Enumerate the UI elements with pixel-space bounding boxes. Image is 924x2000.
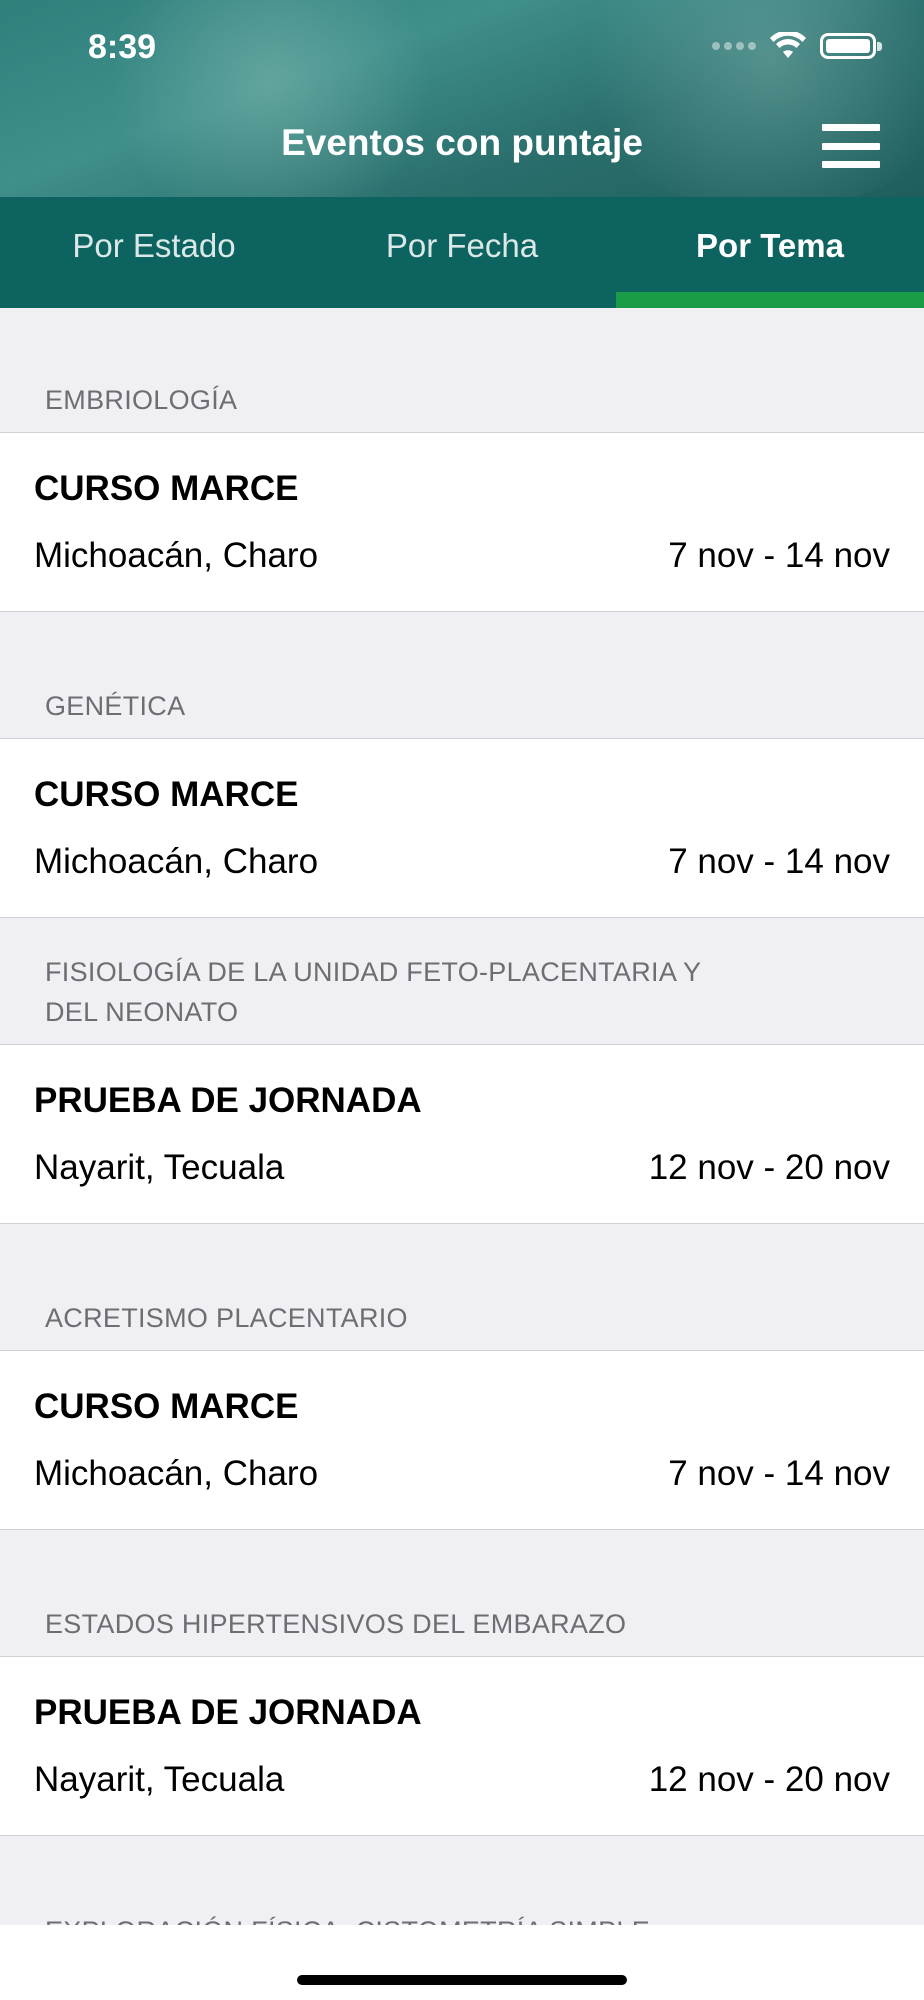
tab-por-tema[interactable]: Por Tema [616, 197, 924, 308]
section-header: ACRETISMO PLACENTARIO [0, 1224, 924, 1351]
home-indicator[interactable] [297, 1975, 627, 1985]
event-location: Nayarit, Tecuala [34, 1148, 285, 1187]
events-list[interactable]: EMBRIOLOGÍA CURSO MARCE Michoacán, Charo… [0, 308, 924, 1925]
home-indicator-area [0, 1925, 924, 2000]
event-dates: 7 nov - 14 nov [668, 1454, 890, 1493]
event-title: CURSO MARCE [34, 1387, 299, 1426]
event-dates: 7 nov - 14 nov [668, 536, 890, 575]
event-title: PRUEBA DE JORNADA [34, 1081, 422, 1120]
event-row[interactable]: CURSO MARCE Michoacán, Charo 7 nov - 14 … [0, 739, 924, 918]
event-dates: 7 nov - 14 nov [668, 842, 890, 881]
wifi-icon [770, 32, 806, 58]
navigation-header: 8:39 Eventos con puntaje [0, 0, 924, 197]
section-header: EMBRIOLOGÍA [0, 308, 924, 433]
tab-por-estado[interactable]: Por Estado [0, 197, 308, 308]
section-header: FISIOLOGÍA DE LA UNIDAD FETO-PLACENTARIA… [0, 918, 924, 1045]
event-title: CURSO MARCE [34, 775, 299, 814]
cellular-signal-icon [712, 42, 756, 50]
event-title: PRUEBA DE JORNADA [34, 1693, 422, 1732]
event-dates: 12 nov - 20 nov [648, 1148, 890, 1187]
status-icons [712, 32, 882, 60]
segmented-tabs: Por Estado Por Fecha Por Tema [0, 197, 924, 308]
section-header: ESTADOS HIPERTENSIVOS DEL EMBARAZO [0, 1530, 924, 1657]
battery-icon [820, 33, 882, 59]
event-dates: 12 nov - 20 nov [648, 1760, 890, 1799]
event-row[interactable]: PRUEBA DE JORNADA Nayarit, Tecuala 12 no… [0, 1045, 924, 1224]
event-title: CURSO MARCE [34, 469, 299, 508]
page-title: Eventos con puntaje [281, 122, 643, 163]
section-header: EXPLORACIÓN FÍSICA, CISTOMETRÍA SIMPLE [0, 1836, 924, 1925]
event-location: Nayarit, Tecuala [34, 1760, 285, 1799]
tab-por-fecha[interactable]: Por Fecha [308, 197, 616, 308]
section-header: GENÉTICA [0, 612, 924, 739]
event-location: Michoacán, Charo [34, 536, 319, 575]
event-row[interactable]: CURSO MARCE Michoacán, Charo 7 nov - 14 … [0, 1351, 924, 1530]
hamburger-menu-icon[interactable] [822, 124, 880, 168]
event-location: Michoacán, Charo [34, 842, 319, 881]
event-row[interactable]: CURSO MARCE Michoacán, Charo 7 nov - 14 … [0, 433, 924, 612]
event-location: Michoacán, Charo [34, 1454, 319, 1493]
status-time: 8:39 [88, 28, 157, 66]
event-row[interactable]: PRUEBA DE JORNADA Nayarit, Tecuala 12 no… [0, 1657, 924, 1836]
